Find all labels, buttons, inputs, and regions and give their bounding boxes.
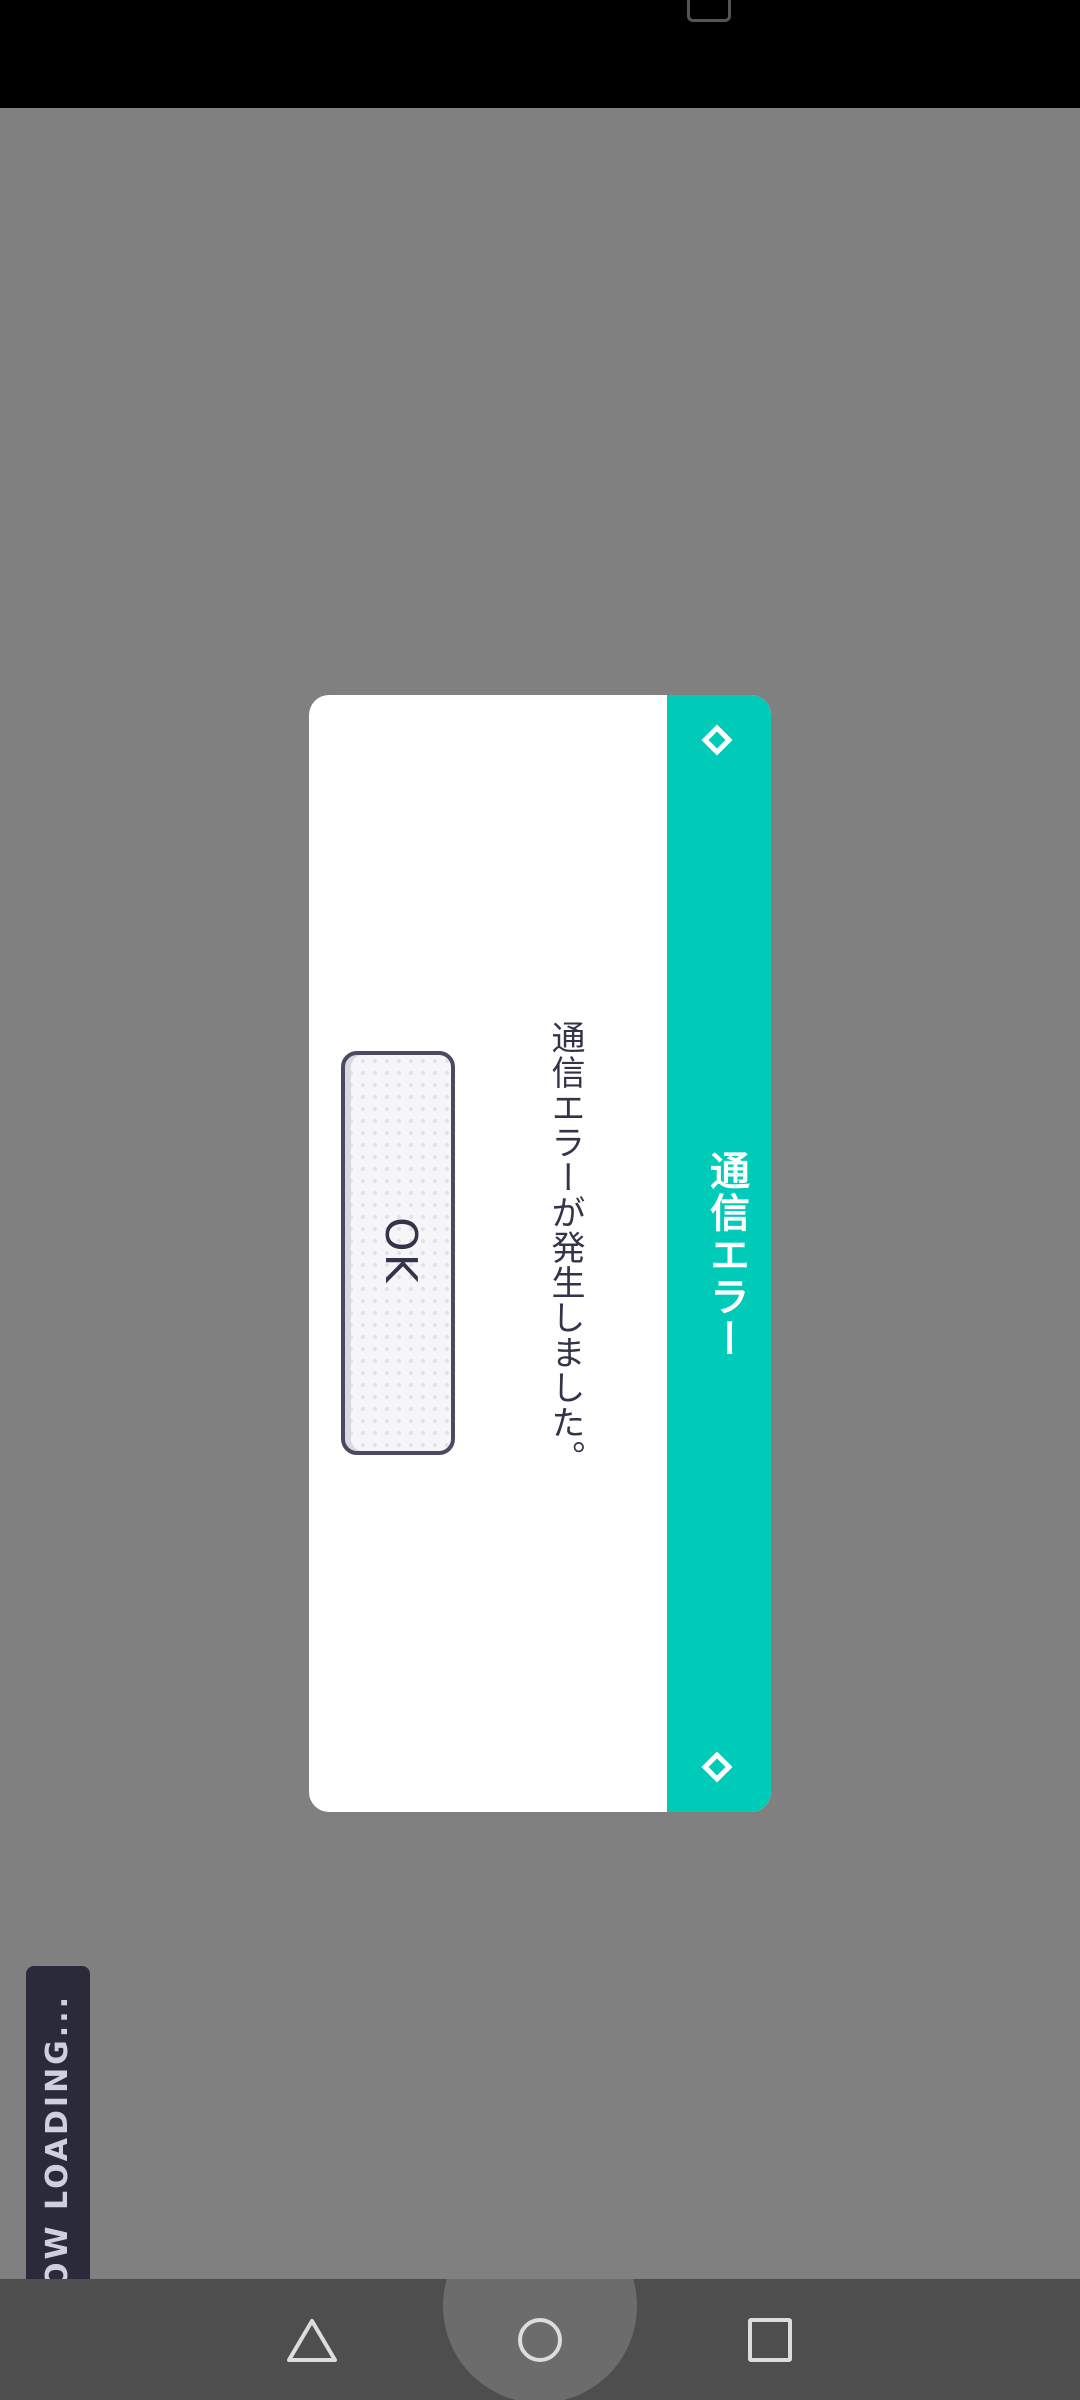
ok-button[interactable]: OK [341, 1051, 455, 1455]
recents-button[interactable] [690, 2279, 850, 2400]
ok-button-label: OK [375, 1217, 426, 1285]
navigation-bar [0, 2279, 1080, 2400]
home-button[interactable] [460, 2279, 620, 2400]
status-indicator-icon [687, 0, 731, 22]
diamond-ornament-icon [701, 1751, 733, 1783]
error-dialog: 通信エラー 通信エラーが発生しました。 OK [309, 695, 771, 1812]
dialog-title: 通信エラー [703, 1150, 749, 1360]
home-circle-icon [518, 2317, 562, 2362]
diamond-ornament-icon [701, 724, 733, 756]
now-loading-label: NOW LOADING... [40, 1994, 75, 2317]
dialog-header: 通信エラー [667, 695, 771, 1812]
back-button[interactable] [232, 2279, 392, 2400]
system-status-bar [0, 0, 1080, 108]
dialog-message: 通信エラーが発生しました。 [545, 1020, 585, 1475]
recents-square-icon [748, 2317, 792, 2362]
now-loading-badge: NOW LOADING... [26, 1966, 90, 2326]
back-triangle-icon [286, 2317, 338, 2363]
